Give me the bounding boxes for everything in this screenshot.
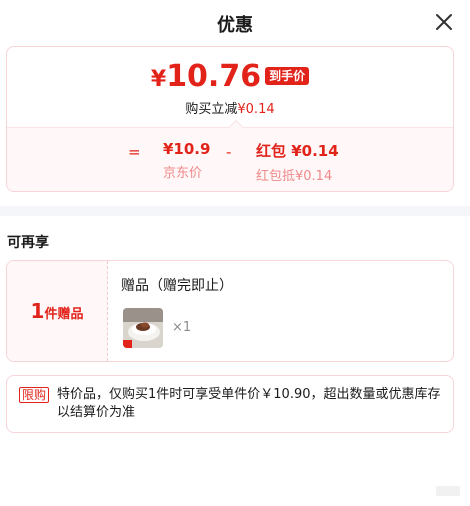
currency-symbol: ¥ (150, 67, 167, 92)
section-divider (0, 206, 470, 216)
jd-price-column: ¥10.9 京东价 (163, 140, 210, 181)
price-formula: = ¥10.9 京东价 - 红包 ¥0.14 红包抵¥0.14 (7, 119, 453, 191)
sheet-header: 优惠 (0, 0, 470, 44)
gift-count-number: 1 (30, 299, 45, 323)
minus-sign: - (226, 143, 232, 161)
instant-discount-amount: ¥0.14 (237, 102, 275, 117)
close-icon[interactable] (434, 12, 454, 32)
red-packet-value: 红包 ¥0.14 (256, 142, 339, 160)
watermark-mark (436, 486, 460, 496)
gift-count-unit: 件赠品 (44, 307, 84, 322)
equals-sign: = (128, 143, 141, 161)
gift-count: 1件赠品 (7, 299, 107, 323)
gift-quantity: ×1 (172, 320, 192, 335)
red-packet-column: 红包 ¥0.14 红包抵¥0.14 (256, 140, 339, 184)
section-title: 可再享 (7, 235, 49, 251)
instant-discount-line: 购买立减¥0.14 (7, 98, 453, 117)
gift-product-image[interactable] (123, 308, 163, 348)
jd-price-value: ¥10.9 (163, 140, 211, 158)
final-price-section: ¥10.76 到手价 购买立减¥0.14 (7, 47, 453, 127)
final-price-row: ¥10.76 到手价 (7, 59, 453, 94)
gift-card: 1件赠品 赠品（赠完即止） ×1 (6, 260, 454, 362)
limit-tag: 限购 (19, 387, 50, 403)
gift-count-panel: 1件赠品 (7, 261, 108, 361)
final-price-tag: 到手价 (265, 67, 310, 85)
jd-price-label: 京东价 (163, 166, 203, 181)
limit-notice-text: 特价品，仅购买1件时可享受单件价￥10.90，超出数量或优惠库存以结算价为准 (57, 387, 441, 420)
purchase-limit-notice: 限购 特价品，仅购买1件时可享受单件价￥10.90，超出数量或优惠库存以结算价为… (6, 375, 454, 433)
price-breakdown-card: ¥10.76 到手价 购买立减¥0.14 = ¥10.9 京东价 - 红包 ¥0.… (6, 46, 454, 192)
instant-discount-label: 购买立减 (185, 102, 238, 117)
final-price: 10.76 (166, 59, 262, 94)
red-packet-label: 红包抵¥0.14 (256, 169, 333, 184)
gift-title: 赠品（赠完即止） (121, 278, 233, 294)
sheet-title: 优惠 (217, 15, 253, 36)
